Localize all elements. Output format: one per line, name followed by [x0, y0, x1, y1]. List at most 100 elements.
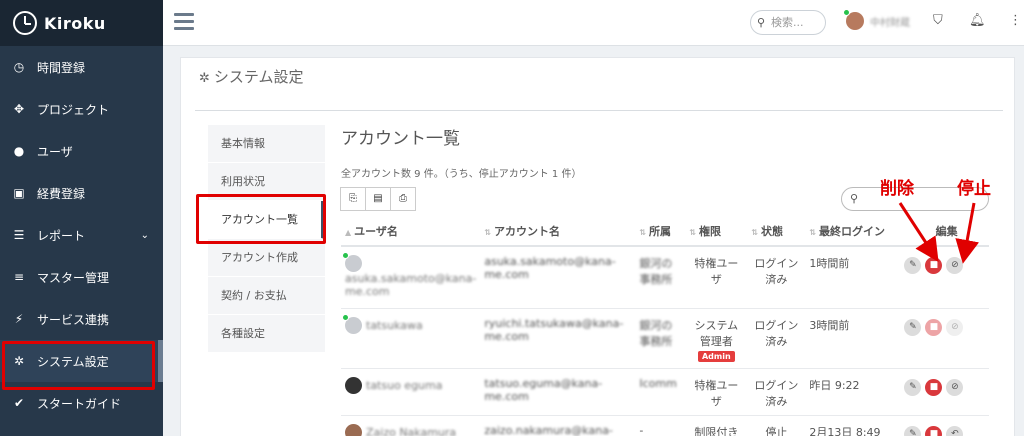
delete-button[interactable]: ■: [925, 378, 943, 396]
last-login: 昨日 9:22: [805, 368, 901, 416]
sidebar-item-time-entry[interactable]: ◷ 時間登録: [0, 46, 163, 88]
suspend-button[interactable]: ⊘: [946, 257, 964, 274]
menu-toggle-icon[interactable]: [174, 13, 194, 34]
delete-button[interactable]: ■: [925, 425, 943, 436]
plug-icon: ⚡: [14, 312, 24, 326]
copy-icon[interactable]: ⎘: [340, 187, 366, 211]
settings-panel: ✲ システム設定 基本情報 利用状況 アカウント一覧 アカウント作成 契約 / お…: [180, 57, 1015, 436]
avatar: [345, 423, 362, 436]
database-icon: ≡: [13, 270, 25, 284]
col-last-login[interactable]: ⇅ 最終ログイン: [805, 216, 901, 247]
restore-button[interactable]: ↶: [946, 425, 964, 436]
subnav-basic-info[interactable]: 基本情報: [208, 125, 325, 163]
subnav-create-account[interactable]: アカウント作成: [208, 239, 325, 277]
sidebar-item-integrations[interactable]: ⚡ サービス連携: [0, 298, 163, 340]
bus-icon: ▣: [13, 186, 25, 200]
role: 制限付き: [685, 415, 748, 436]
avatar: [342, 252, 362, 272]
dept: 銀河の事務所: [635, 246, 686, 309]
user-name: 中村財蔵: [870, 17, 910, 29]
brand[interactable]: Kiroku: [0, 0, 163, 46]
avatar: [843, 9, 864, 30]
col-status[interactable]: ⇅ 状態: [747, 216, 806, 247]
logo-clock-icon: [13, 11, 37, 35]
admin-badge: Admin: [697, 350, 735, 362]
csv-icon[interactable]: ▤: [365, 187, 391, 211]
online-status-dot: [843, 9, 850, 16]
annotation-delete: 削除: [880, 179, 914, 199]
delete-button: ■: [925, 318, 943, 336]
search-icon: ⚲: [850, 192, 859, 205]
cubes-icon: ✥: [13, 102, 25, 116]
chevron-down-icon: ⌄: [140, 229, 149, 241]
sidebar-item-project[interactable]: ✥ プロジェクト: [0, 88, 163, 130]
account-name: asuka.sakamoto@kana-me.com: [480, 246, 636, 309]
account-name: ryuichi.tatsukawa@kana-me.com: [480, 308, 636, 369]
sidebar-item-label: マスター管理: [37, 270, 110, 285]
last-login: 2月13日 8:49: [805, 415, 901, 436]
user-name[interactable]: tatsukawa: [366, 319, 423, 332]
last-login: 1時間前: [805, 246, 901, 309]
sidebar-item-label: ユーザ: [37, 144, 73, 159]
col-account[interactable]: ⇅ アカウント名: [480, 216, 636, 247]
table-row: asuka.sakamoto@kana-me.com asuka.sakamot…: [341, 246, 989, 309]
edit-button[interactable]: ✎: [904, 318, 922, 336]
sidebar-item-expenses[interactable]: ▣ 経費登録: [0, 172, 163, 214]
edit-button[interactable]: ✎: [904, 378, 922, 396]
highlight-system-settings: [2, 341, 155, 390]
suspend-button: ⊘: [946, 318, 964, 336]
col-dept[interactable]: ⇅ 所属: [635, 216, 686, 247]
accounts-table: ▲ ユーザ名 ⇅ アカウント名 ⇅ 所属 ⇅ 権限 ⇅ 状態 ⇅ 最終ログイン 編集 asu…: [341, 216, 989, 436]
gear-icon: ✲: [199, 71, 210, 86]
avatar: [345, 376, 362, 394]
user-name[interactable]: Zaizo Nakamura: [366, 426, 456, 436]
bell-icon[interactable]: 🔔︎: [969, 13, 986, 28]
account-name: tatsuo.eguma@kana-me.com: [480, 368, 636, 416]
search-placeholder: 検索...: [771, 16, 804, 29]
search-icon: ⚲: [757, 16, 766, 29]
role: 特権ユーザ: [685, 246, 748, 309]
dept: -: [635, 415, 686, 436]
dept: 銀河の事務所: [635, 308, 686, 369]
status: ログイン済み: [747, 368, 806, 416]
app-name: Kiroku: [44, 13, 106, 33]
sidebar-item-master[interactable]: ≡ マスター管理: [0, 256, 163, 298]
col-user[interactable]: ▲ ユーザ名: [341, 216, 481, 247]
subnav-other-settings[interactable]: 各種設定: [208, 315, 325, 353]
global-search-input[interactable]: ⚲ 検索...: [750, 10, 826, 35]
status: 停止: [747, 415, 806, 436]
page-title: ✲ システム設定: [199, 68, 304, 86]
subnav-billing[interactable]: 契約 / お支払: [208, 277, 325, 315]
suspend-button[interactable]: ⊘: [946, 378, 964, 396]
edit-button[interactable]: ✎: [904, 257, 922, 274]
export-toolbar: ⎘ ▤ ⎙: [340, 187, 416, 211]
edit-button[interactable]: ✎: [904, 425, 922, 436]
status: ログイン済み: [747, 308, 806, 369]
account-summary: 全アカウント数 9 件。（うち、停止アカウント 1 件）: [341, 169, 582, 180]
highlight-account-list: [196, 194, 326, 244]
clock-icon: ◷: [13, 60, 25, 74]
role: システム管理者 Admin: [685, 308, 748, 369]
sidebar-item-label: レポート: [37, 228, 86, 243]
sidebar-item-users[interactable]: ● ユーザ: [0, 130, 163, 172]
topbar: ⚲ 検索... 中村財蔵 ⛉ 🔔︎ ⋮: [163, 0, 1024, 46]
user-icon: ●: [13, 144, 25, 158]
print-icon[interactable]: ⎙: [390, 187, 416, 211]
user-menu[interactable]: 中村財蔵: [843, 9, 910, 30]
col-role[interactable]: ⇅ 権限: [685, 216, 748, 247]
annotation-suspend: 停止: [957, 179, 991, 199]
tag-icon[interactable]: ⛉: [933, 13, 943, 28]
more-vertical-icon[interactable]: ⋮: [1009, 13, 1022, 28]
check-icon: ✔: [13, 396, 25, 410]
delete-button[interactable]: ■: [925, 257, 943, 274]
last-login: 3時間前: [805, 308, 901, 369]
avatar: [342, 313, 362, 334]
status: ログイン済み: [747, 246, 806, 309]
sidebar-item-label: スタートガイド: [37, 396, 122, 411]
role: 特権ユーザ: [685, 368, 748, 416]
table-row: Zaizo Nakamura zaizo.nakamura@kana-me.co…: [341, 415, 989, 436]
user-name[interactable]: asuka.sakamoto@kana-me.com: [345, 272, 476, 298]
user-name[interactable]: tatsuo eguma: [366, 379, 442, 392]
account-name: zaizo.nakamura@kana-me.com: [480, 415, 636, 436]
sidebar-item-reports[interactable]: ☰ レポート ⌄: [0, 214, 163, 256]
